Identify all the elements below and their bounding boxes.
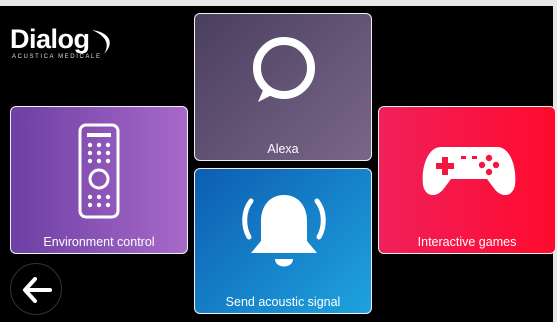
logo-swoosh-icon (92, 30, 110, 54)
tile-label-send-acoustic-signal: Send acoustic signal (225, 295, 341, 309)
alexa-ring-icon (253, 37, 315, 102)
tile-alexa[interactable]: Alexa (194, 13, 372, 161)
tile-label-alexa: Alexa (267, 142, 299, 156)
gamepad-icon (422, 147, 516, 196)
bell-icon (242, 195, 326, 267)
tile-environment-control[interactable]: Environment control (10, 106, 188, 254)
tile-label-interactive-games: Interactive games (417, 235, 517, 249)
dialog-logo: Dialog ACUSTICA MEDICALE (10, 24, 110, 60)
top-border (0, 0, 557, 6)
logo-tagline: ACUSTICA MEDICALE (12, 54, 102, 60)
back-button[interactable] (10, 263, 62, 315)
arrow-left-icon (23, 277, 52, 303)
tile-label-environment-control: Environment control (43, 235, 155, 249)
tile-interactive-games[interactable]: Interactive games (378, 106, 556, 254)
logo-wordmark: Dialog (10, 24, 90, 54)
remote-control-icon (78, 123, 120, 219)
tile-send-acoustic-signal[interactable]: Send acoustic signal (194, 168, 372, 314)
